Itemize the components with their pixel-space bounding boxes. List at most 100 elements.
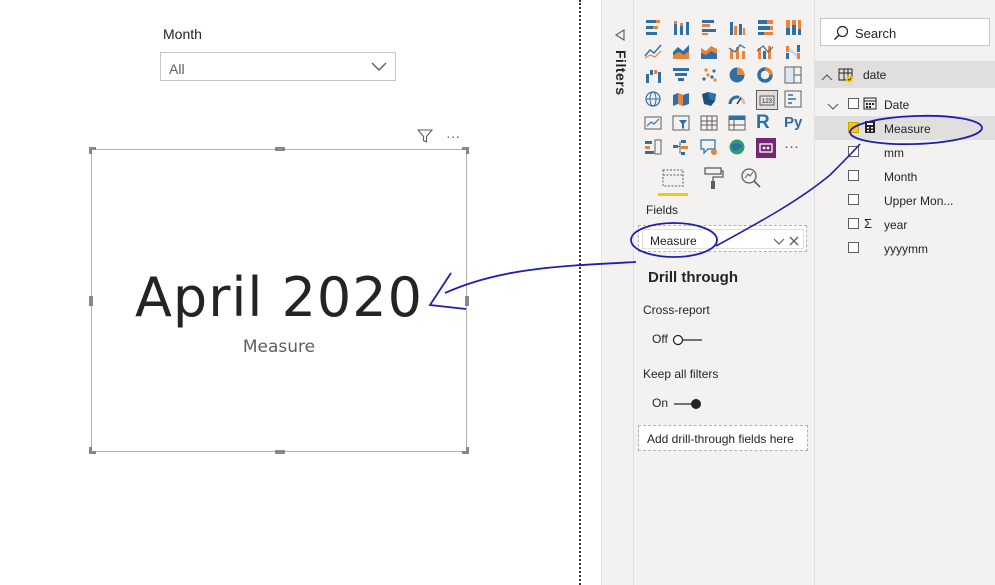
power-apps-visual-icon[interactable] (756, 138, 778, 158)
treemap-icon[interactable] (784, 66, 806, 86)
field-checkbox[interactable] (848, 242, 859, 253)
chevron-down-icon[interactable] (827, 98, 839, 116)
field-checkbox-checked[interactable] (848, 122, 859, 133)
resize-handle[interactable] (462, 447, 469, 454)
chevron-down-icon (371, 59, 387, 78)
expand-pane-icon[interactable] (614, 28, 626, 46)
waterfall-chart-icon[interactable] (644, 66, 666, 86)
remove-field-icon[interactable] (788, 234, 800, 252)
cross-report-toggle[interactable] (672, 333, 702, 346)
keep-filters-toggle[interactable] (672, 397, 702, 409)
month-slicer-dropdown[interactable]: All (160, 52, 396, 81)
fields-well[interactable]: Measure (638, 225, 807, 252)
resize-handle[interactable] (89, 447, 96, 454)
field-row-year[interactable]: Σ year (815, 212, 995, 236)
funnel-chart-icon[interactable] (672, 66, 694, 86)
field-checkbox[interactable] (848, 218, 859, 229)
resize-handle[interactable] (89, 147, 96, 154)
table-node-date[interactable]: date (815, 61, 995, 88)
ribbon-chart-icon[interactable] (784, 42, 806, 62)
resize-handle[interactable] (462, 147, 469, 154)
slicer-selected-value: All (169, 61, 185, 77)
more-options-icon[interactable]: ··· (446, 128, 460, 144)
chevron-down-icon[interactable] (773, 234, 785, 252)
r-script-visual-icon[interactable]: R (756, 112, 778, 133)
filled-map-icon[interactable] (672, 90, 694, 110)
card-value: April 2020 (134, 266, 423, 329)
arcgis-map-icon[interactable] (728, 138, 750, 158)
field-name: yyyymm (884, 242, 928, 256)
fields-section-label: Fields (646, 203, 679, 217)
field-row-mm[interactable]: mm (815, 140, 995, 164)
calendar-icon (863, 96, 877, 115)
visual-header: ··· (414, 126, 468, 146)
card-visual-icon[interactable]: 123 (756, 90, 778, 110)
field-checkbox[interactable] (848, 146, 859, 157)
canvas-edge-divider (579, 0, 581, 585)
field-name: Date (884, 98, 910, 112)
gauge-icon[interactable] (728, 90, 750, 110)
filters-pane-collapsed[interactable]: Filters (601, 0, 634, 585)
svg-text:123: 123 (762, 99, 773, 105)
clustered-bar-chart-icon[interactable] (700, 18, 722, 38)
shape-map-icon[interactable] (700, 90, 722, 110)
key-influencers-icon[interactable] (644, 138, 666, 158)
field-row-month[interactable]: Month (815, 164, 995, 188)
python-visual-icon[interactable]: Py (784, 114, 806, 134)
slicer-icon[interactable] (672, 114, 694, 134)
table-icon (838, 67, 854, 88)
fields-well-icon (661, 167, 685, 194)
stacked-bar-chart-icon[interactable] (644, 18, 666, 38)
more-visuals-icon[interactable]: ··· (784, 138, 806, 158)
kpi-icon[interactable] (644, 114, 666, 134)
field-row-upper-month[interactable]: Upper Mon... (815, 188, 995, 212)
matrix-visual-icon[interactable] (728, 114, 750, 134)
field-checkbox[interactable] (848, 170, 859, 181)
slicer-title: Month (163, 26, 202, 42)
multi-row-card-icon[interactable] (784, 90, 806, 110)
field-well-item[interactable]: Measure (642, 229, 804, 249)
card-visual[interactable]: April 2020 Measure (89, 147, 469, 454)
resize-handle[interactable] (275, 147, 285, 151)
search-placeholder: Search (855, 26, 897, 41)
decomposition-tree-icon[interactable] (672, 138, 694, 158)
tab-fields[interactable] (656, 164, 690, 196)
field-row-measure[interactable]: Measure (815, 116, 995, 140)
donut-chart-icon[interactable] (756, 66, 778, 86)
tab-analytics[interactable] (734, 164, 768, 196)
field-row-date[interactable]: Date (815, 92, 995, 116)
tab-format[interactable] (696, 164, 730, 196)
field-checkbox[interactable] (848, 194, 859, 205)
filter-icon[interactable] (416, 128, 434, 149)
table-visual-icon[interactable] (700, 114, 722, 134)
line-and-stacked-column-chart-icon[interactable] (728, 42, 750, 62)
100-percent-bar-chart-icon[interactable] (756, 18, 778, 38)
line-chart-icon[interactable] (644, 42, 666, 62)
keep-filters-state: On (652, 396, 669, 410)
pie-chart-icon[interactable] (728, 66, 750, 86)
drill-through-drop-zone[interactable]: Add drill-through fields here (638, 425, 808, 451)
calculator-icon (864, 120, 876, 139)
clustered-column-chart-icon[interactable] (728, 18, 750, 38)
field-row-yyyymm[interactable]: yyyymm (815, 236, 995, 260)
resize-handle[interactable] (275, 450, 285, 454)
field-name: mm (884, 146, 904, 160)
keep-filters-label: Keep all filters (643, 367, 719, 381)
stacked-column-chart-icon[interactable] (672, 18, 694, 38)
field-checkbox[interactable] (848, 98, 859, 109)
stacked-area-chart-icon[interactable] (700, 42, 722, 62)
area-chart-icon[interactable] (672, 42, 694, 62)
map-icon[interactable] (644, 90, 666, 110)
qa-visual-icon[interactable] (700, 138, 722, 158)
fields-search-box[interactable]: Search (820, 18, 990, 46)
scatter-chart-icon[interactable] (700, 66, 722, 86)
report-canvas: Month All ··· April 2020 Measure (0, 0, 578, 585)
filters-pane-label: Filters (613, 50, 629, 96)
chevron-up-icon[interactable] (821, 69, 833, 87)
100-percent-column-chart-icon[interactable] (784, 18, 806, 38)
fields-pane: Search date Date Measure mm Month Upper … (814, 0, 995, 585)
sigma-icon: Σ (864, 216, 873, 231)
field-name: year (884, 218, 908, 232)
pane-tabs (642, 164, 762, 198)
line-and-clustered-column-chart-icon[interactable] (756, 42, 778, 62)
